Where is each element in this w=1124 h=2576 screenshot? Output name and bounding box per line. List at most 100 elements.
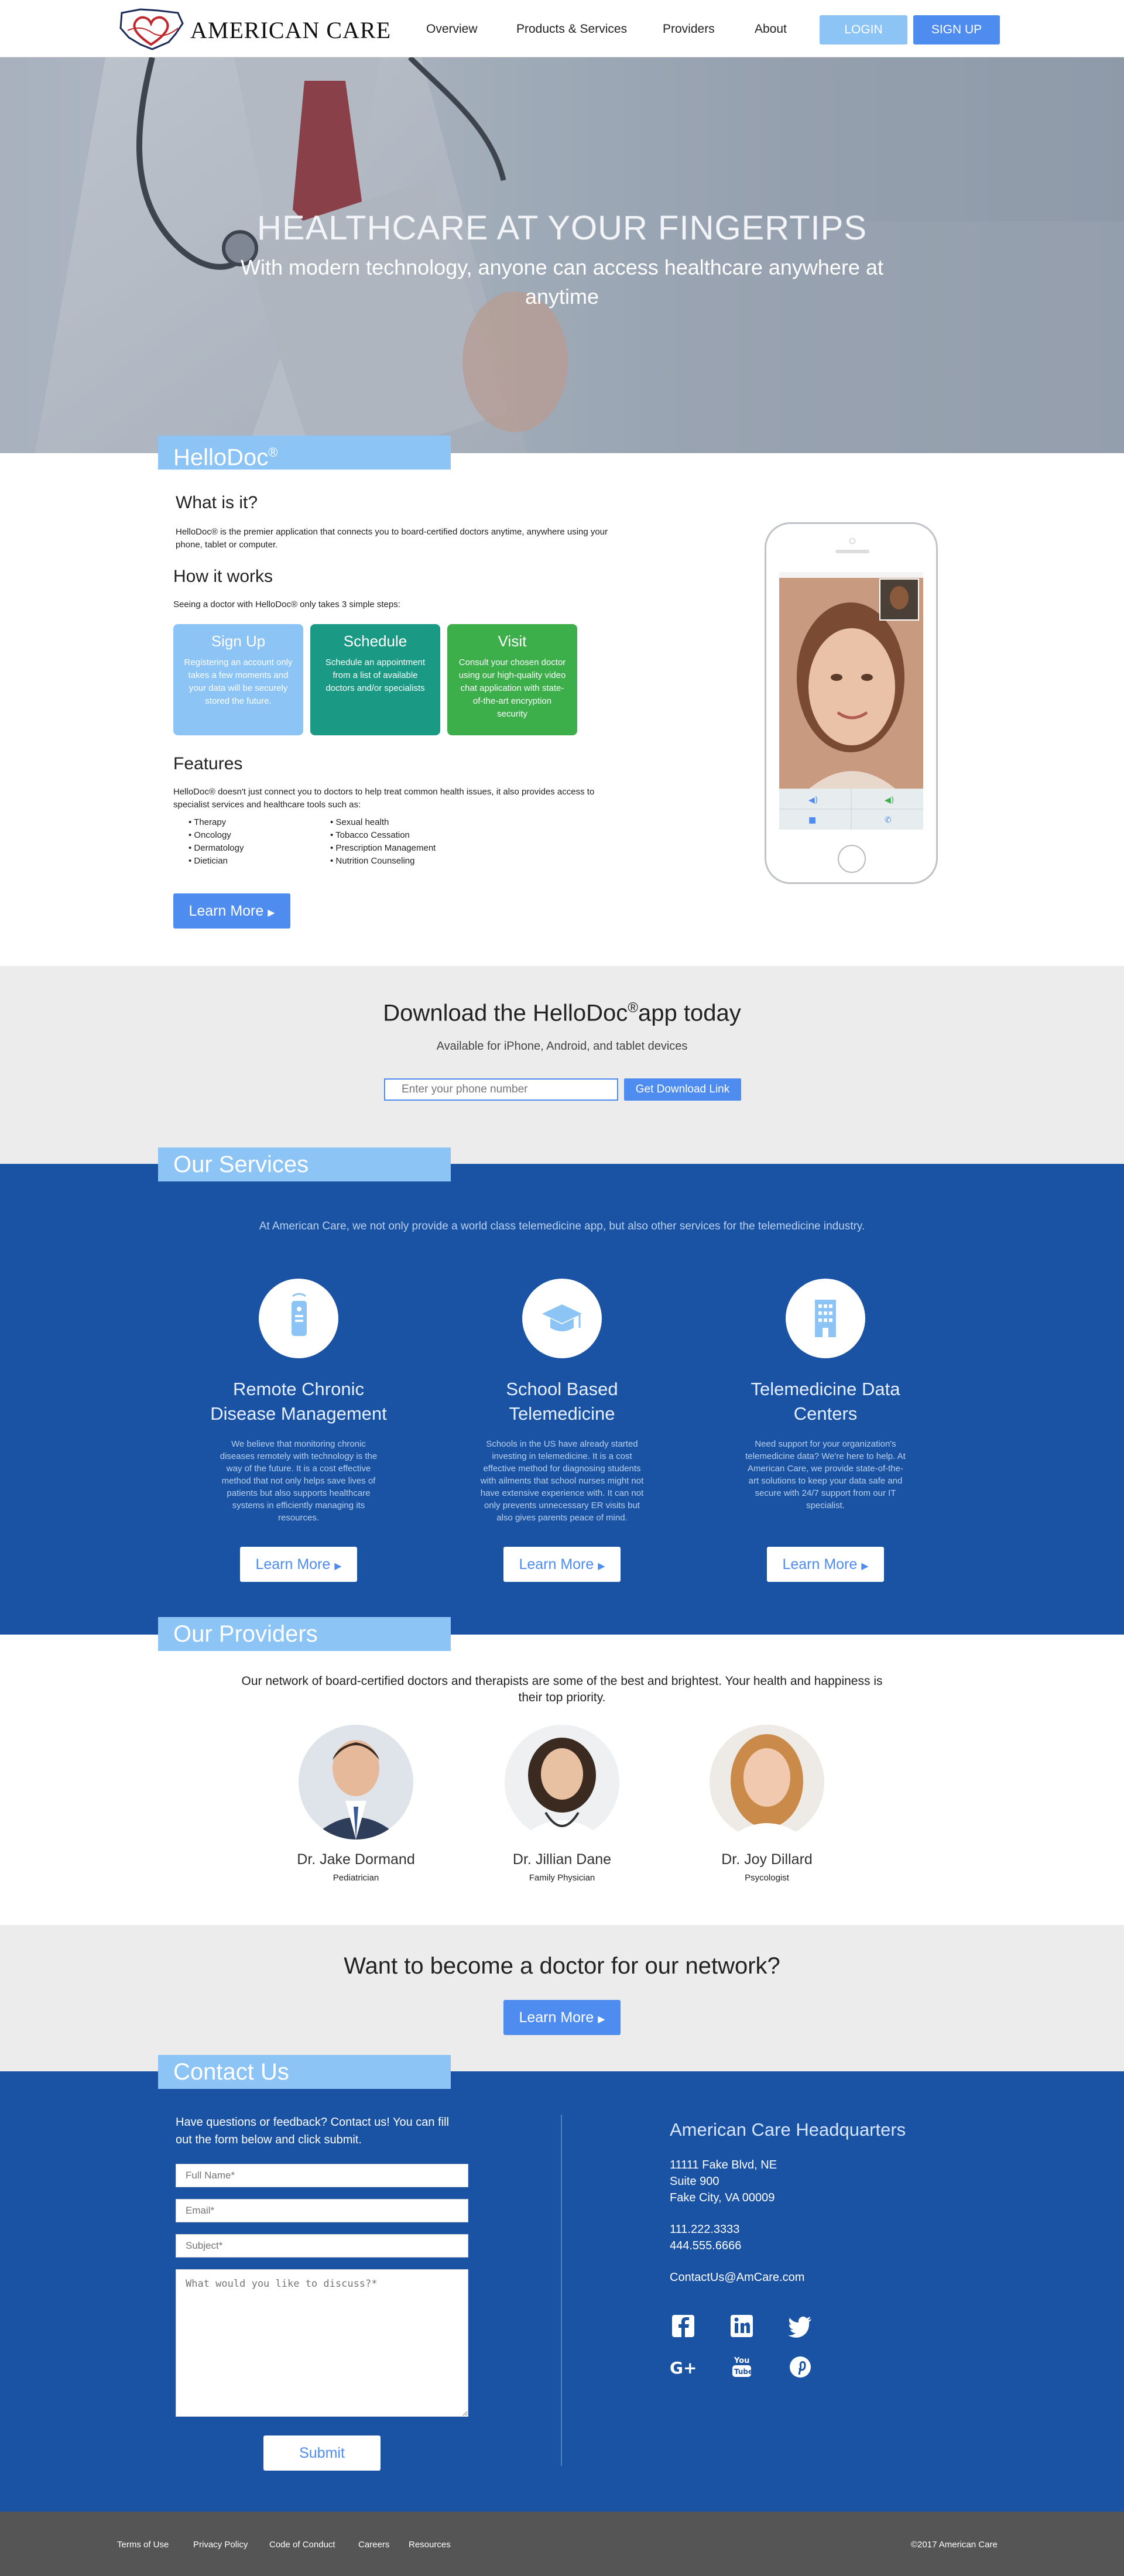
graduation-cap-icon xyxy=(542,1304,582,1331)
hero-title: HEALTHCARE AT YOUR FINGERTIPS xyxy=(256,209,868,247)
step-text: Schedule an appointment from a list of a… xyxy=(325,657,426,693)
footer-link-terms[interactable]: Terms of Use xyxy=(117,2540,169,2550)
hellodoc-section-tab: HelloDoc® xyxy=(158,436,451,470)
patient-video-image: ◀) ◀) ■ ✆ xyxy=(779,572,923,830)
footer-link-conduct[interactable]: Code of Conduct xyxy=(269,2540,335,2550)
brand-name: AMERICAN CARE xyxy=(190,17,392,43)
caret-right-icon: ▶ xyxy=(598,1561,605,1571)
signup-button[interactable]: SIGN UP xyxy=(913,15,1000,44)
svg-text:■: ■ xyxy=(808,816,816,825)
service-icon-circle xyxy=(259,1279,338,1358)
message-textarea[interactable] xyxy=(176,2269,468,2417)
download-subtitle: Available for iPhone, Android, and table… xyxy=(436,1040,688,1053)
service-icon-circle xyxy=(522,1279,602,1358)
caret-right-icon: ▶ xyxy=(861,1561,869,1571)
phone-number: 444.555.6666 xyxy=(670,2239,742,2252)
provider-role: Pediatrician xyxy=(333,1873,379,1883)
what-text: HelloDoc® is the premier application tha… xyxy=(176,527,608,550)
service-remote-chronic: Remote Chronic Disease Management We bel… xyxy=(205,1279,392,1524)
phone-number-input[interactable] xyxy=(384,1078,618,1101)
provider-photo xyxy=(710,1725,824,1839)
camera-icon xyxy=(849,538,855,544)
features-text: HelloDoc® doesn't just connect you to do… xyxy=(173,787,595,810)
facebook-icon[interactable] xyxy=(670,2313,697,2339)
site-footer: Terms of Use Privacy Policy Code of Cond… xyxy=(0,2512,1124,2576)
twitter-icon[interactable] xyxy=(787,2313,814,2339)
address-line: 11111 Fake Blvd, NE xyxy=(670,2159,777,2171)
caret-right-icon: ▶ xyxy=(334,1561,342,1571)
nav-overview[interactable]: Overview xyxy=(426,22,478,36)
feature-item: Therapy xyxy=(189,816,244,829)
login-button[interactable]: LOGIN xyxy=(820,15,907,44)
pinterest-icon[interactable] xyxy=(787,2354,814,2380)
footer-link-careers[interactable]: Careers xyxy=(358,2540,389,2550)
contact-section-tab: Contact Us xyxy=(158,2055,451,2089)
provider-card[interactable]: Dr. Jake Dormand Pediatrician xyxy=(280,1725,432,1883)
copyright-text: ©2017 American Care xyxy=(911,2540,998,2550)
provider-photo xyxy=(505,1725,619,1839)
button-label: Learn More xyxy=(782,1556,858,1573)
svg-text:Tube: Tube xyxy=(734,2368,753,2376)
provider-role: Psycologist xyxy=(745,1873,789,1883)
nav-about[interactable]: About xyxy=(755,22,787,36)
services-section-tab: Our Services xyxy=(158,1147,451,1181)
footer-link-privacy[interactable]: Privacy Policy xyxy=(193,2540,248,2550)
provider-name: Dr. Jillian Dane xyxy=(512,1851,612,1868)
button-label: Learn More xyxy=(189,903,264,919)
remote-chronic-learn-more-button[interactable]: Learn More ▶ xyxy=(240,1547,357,1582)
home-button xyxy=(838,845,866,873)
provider-card[interactable]: Dr. Joy Dillard Psycologist xyxy=(691,1725,843,1883)
cta-learn-more-button[interactable]: Learn More ▶ xyxy=(503,2000,621,2035)
hellodoc-learn-more-button[interactable]: Learn More ▶ xyxy=(173,893,290,929)
features-heading: Features xyxy=(173,754,243,773)
step-schedule-card: Schedule Schedule an appointment from a … xyxy=(310,624,440,735)
nav-products-services[interactable]: Products & Services xyxy=(516,22,627,36)
download-title-main: Download the HelloDoc xyxy=(383,1000,628,1026)
providers-intro: Our network of board-certified doctors a… xyxy=(241,1674,883,1704)
submit-button[interactable]: Submit xyxy=(263,2435,381,2471)
data-centers-learn-more-button[interactable]: Learn More ▶ xyxy=(767,1547,884,1582)
step-text: Registering an account only takes a few … xyxy=(184,657,293,706)
phone-number: 111.222.3333 xyxy=(670,2223,740,2236)
caret-right-icon: ▶ xyxy=(268,908,275,918)
feature-item: Tobacco Cessation xyxy=(330,829,436,842)
subject-field[interactable] xyxy=(176,2234,468,2258)
building-icon xyxy=(815,1300,836,1337)
youtube-icon[interactable]: You Tube xyxy=(728,2354,755,2380)
service-text: Need support for your organization's tel… xyxy=(745,1439,906,1510)
services-section: At American Care, we not only provide a … xyxy=(0,1164,1124,1635)
brand-logo[interactable]: AMERICAN CARE xyxy=(117,7,390,52)
step-title: Visit xyxy=(498,632,527,650)
footer-link-resources[interactable]: Resources xyxy=(409,2540,451,2550)
service-title: Telemedicine Data Centers xyxy=(751,1379,900,1424)
contact-email-link[interactable]: ContactUs@AmCare.com xyxy=(670,2269,804,2286)
get-download-link-button[interactable]: Get Download Link xyxy=(624,1078,741,1101)
svg-text:You: You xyxy=(734,2356,749,2365)
feature-item: Prescription Management xyxy=(330,842,436,855)
step-title: Sign Up xyxy=(211,632,266,650)
address-line: Suite 900 xyxy=(670,2175,719,2188)
svg-text:✆: ✆ xyxy=(885,816,892,825)
provider-avatar-image xyxy=(505,1725,619,1839)
registered-mark: ® xyxy=(628,1000,638,1016)
providers-section-tab: Our Providers xyxy=(158,1617,451,1651)
svg-text:◀): ◀) xyxy=(808,796,818,805)
nav-providers[interactable]: Providers xyxy=(663,22,715,36)
school-based-learn-more-button[interactable]: Learn More ▶ xyxy=(503,1547,621,1582)
provider-card[interactable]: Dr. Jillian Dane Family Physician xyxy=(486,1725,638,1883)
linkedin-icon[interactable] xyxy=(728,2313,755,2339)
hellodoc-tab-label: HelloDoc xyxy=(173,444,269,471)
provider-avatar-image xyxy=(710,1725,824,1839)
how-text: Seeing a doctor with HelloDoc® only take… xyxy=(173,600,400,609)
cta-title: Want to become a doctor for our network? xyxy=(344,1953,780,1979)
provider-photo xyxy=(299,1725,413,1839)
phone-mockup: ◀) ◀) ■ ✆ xyxy=(765,522,938,884)
provider-name: Dr. Joy Dillard xyxy=(721,1851,813,1868)
heart-map-icon xyxy=(119,8,184,50)
remote-device-icon xyxy=(292,1293,307,1336)
full-name-field[interactable] xyxy=(176,2164,468,2187)
step-visit-card: Visit Consult your chosen doctor using o… xyxy=(447,624,577,735)
provider-avatar-image xyxy=(299,1725,413,1839)
email-field[interactable] xyxy=(176,2199,468,2222)
google-plus-icon[interactable]: G+ xyxy=(670,2354,697,2380)
